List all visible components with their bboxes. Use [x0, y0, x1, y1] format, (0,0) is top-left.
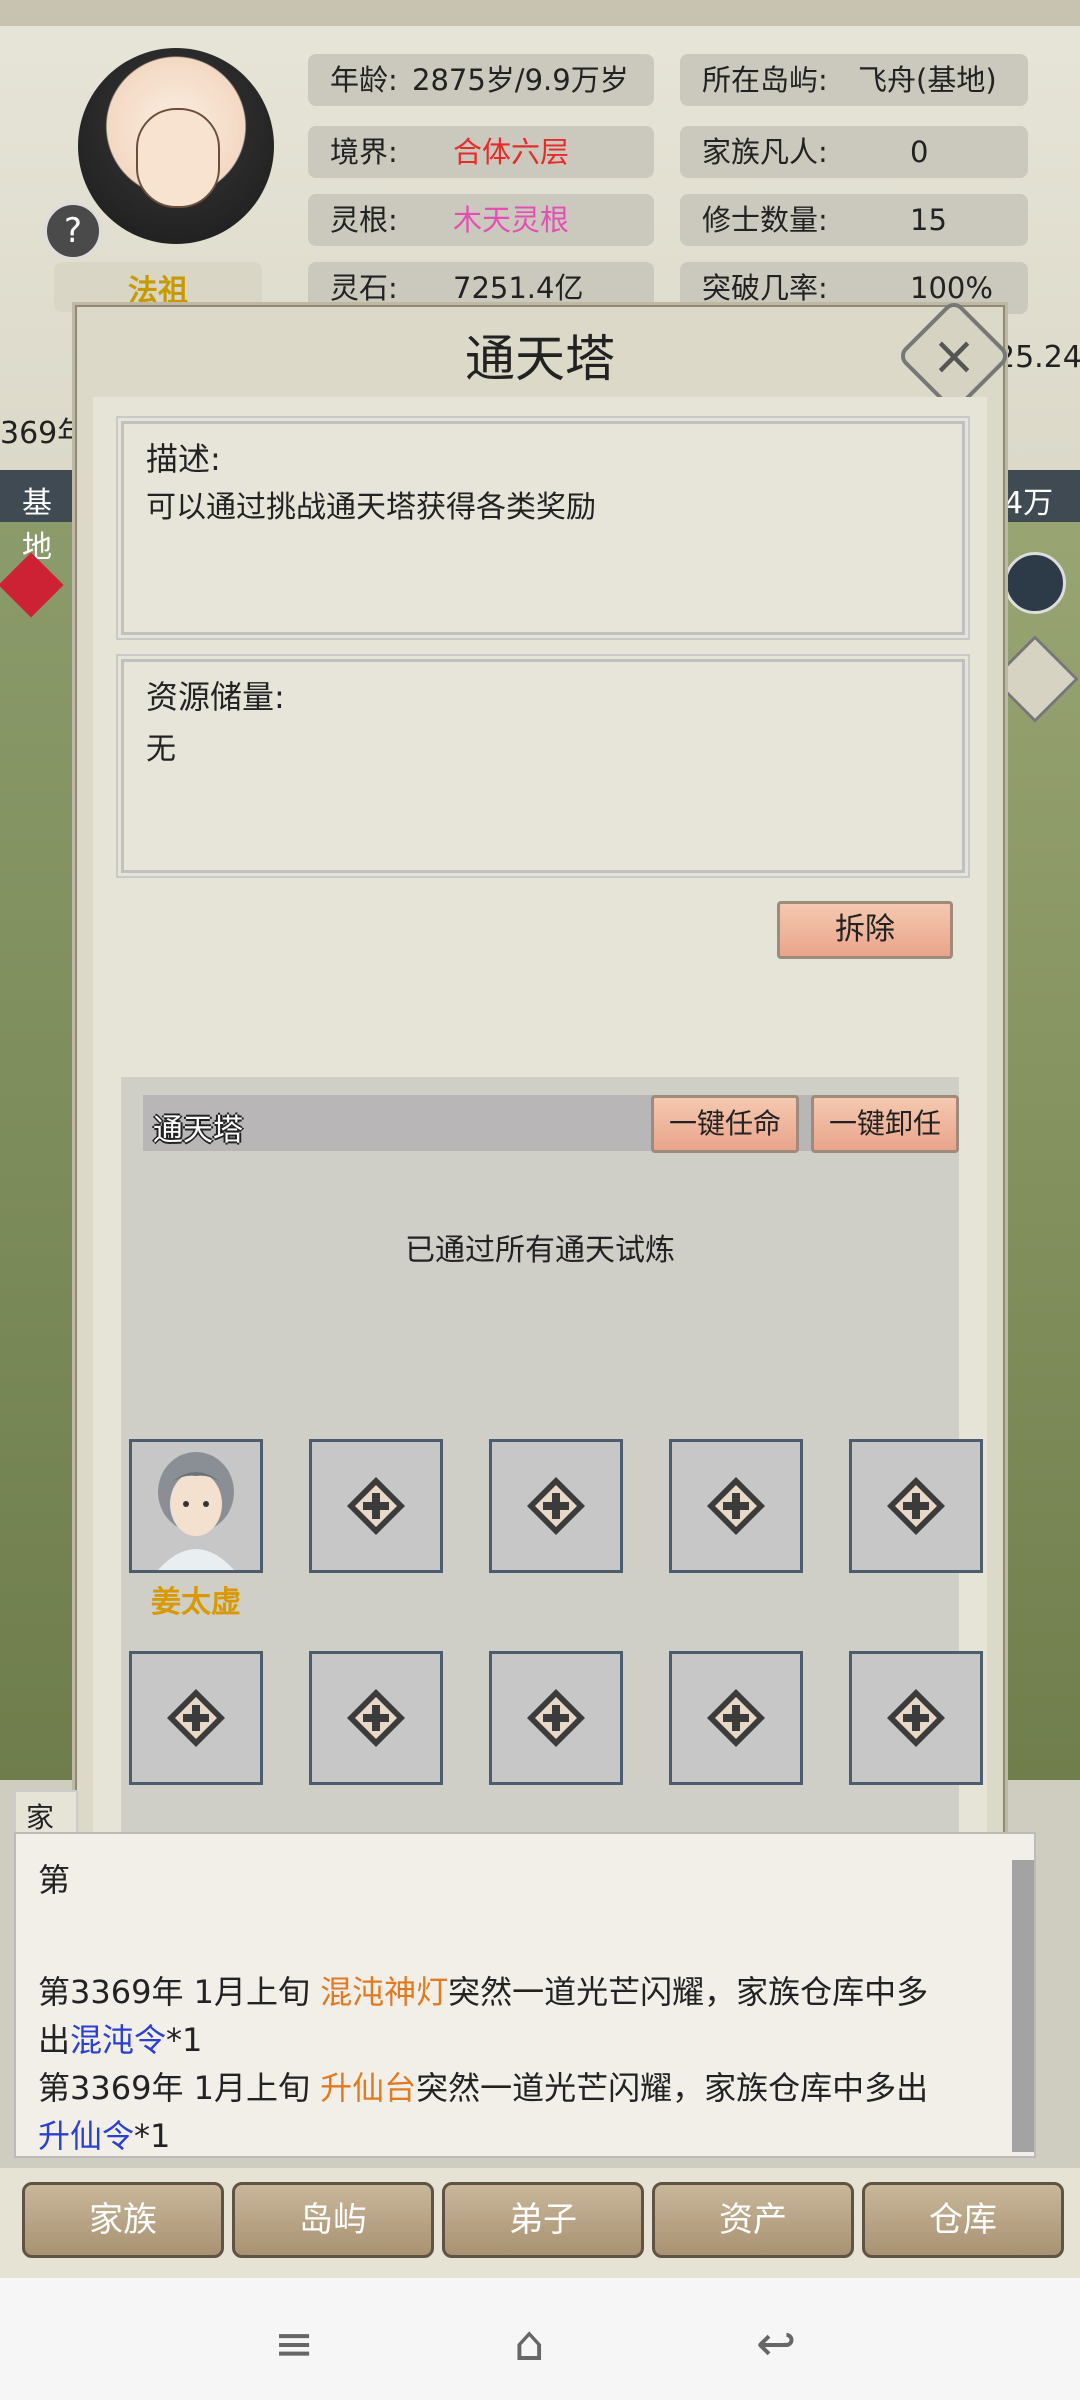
nav-disciples-button[interactable]: 弟子: [442, 2182, 644, 2258]
right-tab-bar: 4万: [1000, 470, 1080, 522]
worker-slot-empty[interactable]: [669, 1651, 803, 1785]
stat-realm: 境界: 合体六层: [308, 126, 654, 178]
add-slot-icon: [167, 1689, 225, 1747]
map-left-edge: 基地: [0, 470, 72, 1780]
log-entry-cont: 出混沌令*1: [38, 2021, 203, 2059]
add-slot-icon: [887, 1477, 945, 1535]
worker-slot-empty[interactable]: [849, 1439, 983, 1573]
nav-warehouse-button[interactable]: 仓库: [862, 2182, 1064, 2258]
appoint-all-button[interactable]: 一键任命: [651, 1095, 799, 1153]
system-nav-bar: ≡ ⌂ ↩: [0, 2278, 1080, 2400]
nav-island-button[interactable]: 岛屿: [232, 2182, 434, 2258]
add-slot-icon: [707, 1477, 765, 1535]
resource-title: 资源储量:: [146, 678, 285, 716]
log-scrollbar[interactable]: [1012, 1860, 1034, 2152]
worker-slot-empty[interactable]: [849, 1651, 983, 1785]
add-slot-icon: [527, 1477, 585, 1535]
worker-panel: 通天塔 一键任命 一键卸任 已通过所有通天试炼 姜太虚: [121, 1077, 983, 2027]
resource-text: 无: [146, 732, 176, 767]
nav-assets-button[interactable]: 资产: [652, 2182, 854, 2258]
event-log: 第 第3369年 1月上旬 混沌神灯突然一道光芒闪耀，家族仓库中多 出混沌令*1…: [14, 1832, 1036, 2158]
log-entry-cont: 升仙令*1: [38, 2117, 171, 2155]
slot-disciple-name: 姜太虚: [151, 1585, 241, 1620]
tower-modal: 通天塔 × 描述: 可以通过挑战通天塔获得各类奖励 资源储量: 无 拆除 通天塔…: [72, 298, 1012, 2027]
side-value: 25.24: [996, 340, 1080, 375]
add-slot-icon: [527, 1689, 585, 1747]
worker-slot-empty[interactable]: [489, 1651, 623, 1785]
description-title: 描述:: [146, 440, 221, 478]
add-slot-icon: [347, 1477, 405, 1535]
nav-family-button[interactable]: 家族: [22, 2182, 224, 2258]
stat-age: 年龄: 2875岁/9.9万岁: [308, 54, 654, 106]
stat-cultivators: 修士数量: 15: [680, 194, 1028, 246]
patriarch-avatar[interactable]: [78, 48, 274, 244]
stat-mortals: 家族凡人: 0: [680, 126, 1028, 178]
log-entry: 第3369年 1月上旬 混沌神灯突然一道光芒闪耀，家族仓库中多: [38, 1973, 929, 2011]
worker-section-title: 通天塔: [153, 1113, 243, 1148]
add-slot-icon: [887, 1689, 945, 1747]
worker-slot-empty[interactable]: [669, 1439, 803, 1573]
worker-slot-empty[interactable]: [309, 1651, 443, 1785]
status-message: 已通过所有通天试炼: [405, 1233, 675, 1268]
description-box: 描述: 可以通过挑战通天塔获得各类奖励: [121, 421, 965, 635]
close-icon: ×: [931, 324, 977, 387]
worker-slot-empty[interactable]: [129, 1651, 263, 1785]
worker-slot-empty[interactable]: [309, 1439, 443, 1573]
bottom-nav: 家族 岛屿 弟子 资产 仓库: [0, 2168, 1080, 2278]
demolish-button[interactable]: 拆除: [777, 901, 953, 959]
add-slot-icon: [347, 1689, 405, 1747]
modal-title: 通天塔: [465, 330, 615, 388]
resource-box: 资源储量: 无: [121, 659, 965, 873]
stat-spirit-root: 灵根: 木天灵根: [308, 194, 654, 246]
modal-body: 描述: 可以通过挑战通天塔获得各类奖励 资源储量: 无 拆除 通天塔 一键任命 …: [93, 397, 987, 2027]
add-slot-icon: [707, 1689, 765, 1747]
dismiss-all-button[interactable]: 一键卸任: [811, 1095, 959, 1153]
back-icon[interactable]: ↩: [756, 2316, 796, 2372]
disciple-portrait-icon: [132, 1442, 260, 1570]
description-text: 可以通过挑战通天塔获得各类奖励: [146, 490, 596, 525]
log-tab[interactable]: 家: [14, 1790, 78, 1838]
help-icon[interactable]: ?: [44, 202, 102, 260]
stat-island: 所在岛屿: 飞舟(基地): [680, 54, 1028, 106]
menu-icon[interactable]: ≡: [274, 2316, 314, 2372]
worker-slot-empty[interactable]: [489, 1439, 623, 1573]
log-entry: 第3369年 1月上旬 升仙台突然一道光芒闪耀，家族仓库中多出: [38, 2069, 929, 2107]
top-strip: [0, 0, 1080, 26]
pause-icon[interactable]: [1004, 552, 1066, 614]
worker-slot-occupied[interactable]: [129, 1439, 263, 1573]
avatar-face: [136, 108, 220, 208]
home-icon[interactable]: ⌂: [514, 2316, 544, 2372]
log-line-partial: 第: [38, 1861, 71, 1899]
left-tab-bar: 基地: [0, 470, 72, 565]
map-right-edge: 4万: [991, 470, 1080, 1780]
